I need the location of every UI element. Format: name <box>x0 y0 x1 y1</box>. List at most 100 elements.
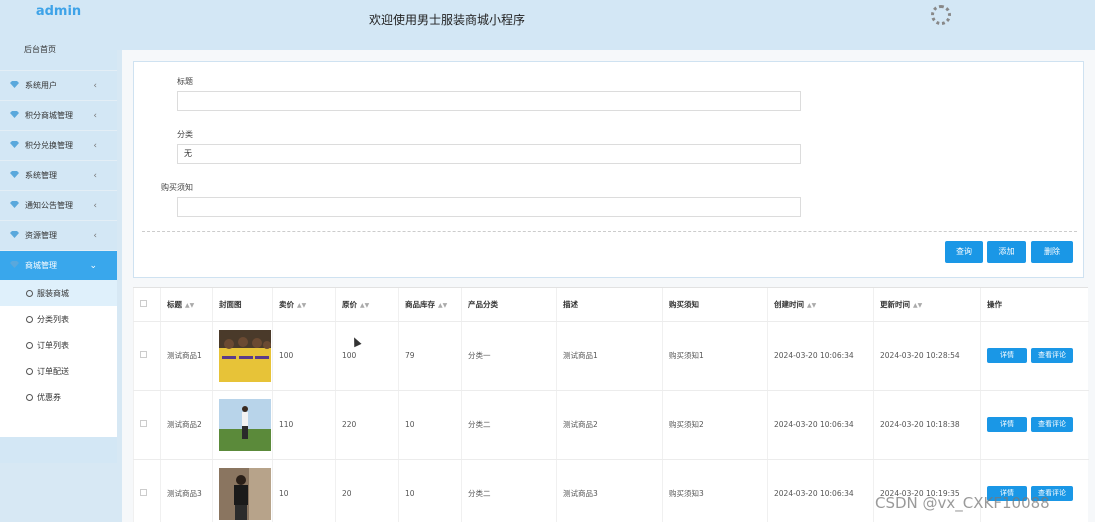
search-form: 标题 分类 无 购买须知 查询 添加 删除 <box>133 61 1084 278</box>
sidebar-menu-item[interactable]: 系统管理 ‹ <box>0 160 117 190</box>
th-stock[interactable]: 商品库存 ▲▼ <box>398 288 462 322</box>
th-actions: 操作 <box>980 288 1089 322</box>
sidebar-menu-item[interactable]: 商城管理 ⌄ <box>0 250 117 280</box>
diamond-icon <box>10 231 25 240</box>
th-updated[interactable]: 更新时间 ▲▼ <box>873 288 981 322</box>
cell-desc: 测试商品3 <box>556 459 663 522</box>
submenu-item[interactable]: 优惠券 <box>0 384 117 410</box>
header-title: 欢迎使用男士服装商城小程序 <box>369 13 526 27</box>
th-price[interactable]: 卖价 ▲▼ <box>272 288 336 322</box>
select-all-checkbox[interactable] <box>133 288 161 322</box>
view-reviews-button[interactable]: 查看评论 <box>1031 348 1073 363</box>
cell-cover-image <box>212 390 273 460</box>
detail-button[interactable]: 详情 <box>987 417 1027 432</box>
cell-price: 110 <box>272 390 336 460</box>
cell-actions: 详情 查看评论 <box>980 321 1089 391</box>
row-checkbox[interactable] <box>133 390 161 460</box>
cell-orig-price: 20 <box>335 459 399 522</box>
cell-orig-price: 100 <box>335 321 399 391</box>
th-notice: 购买须知 <box>662 288 768 322</box>
query-button[interactable]: 查询 <box>945 241 983 263</box>
sidebar-menu-item[interactable]: 通知公告管理 ‹ <box>0 190 117 220</box>
cell-created: 2024-03-20 10:06:34 <box>767 390 874 460</box>
submenu-label: 服装商城 <box>37 288 69 298</box>
notice-input[interactable] <box>177 197 801 217</box>
diamond-icon <box>10 81 25 90</box>
title-input[interactable] <box>177 91 801 111</box>
cell-actions: 详情 查看评论 <box>980 390 1089 460</box>
th-orig-price[interactable]: 原价 ▲▼ <box>335 288 399 322</box>
loading-spinner-icon <box>931 5 951 25</box>
table-row: 测试商品2 110 220 10 分类二 测试商品2 购买须知2 2024-03-20 10:… <box>133 390 1089 460</box>
diamond-icon <box>10 141 25 150</box>
cell-title: 测试商品2 <box>160 390 213 460</box>
cell-cover-image <box>212 321 273 391</box>
cell-stock: 10 <box>398 459 462 522</box>
row-checkbox[interactable] <box>133 321 161 391</box>
menu-label: 通知公告管理 <box>25 201 73 210</box>
submenu-label: 订单列表 <box>37 340 69 350</box>
cell-category: 分类二 <box>461 390 557 460</box>
submenu-label: 订单配送 <box>37 366 69 376</box>
cell-actions: 详情 查看评论 <box>980 459 1089 522</box>
circle-icon <box>26 367 33 375</box>
menu-label: 系统管理 <box>25 171 57 180</box>
circle-icon <box>26 289 33 297</box>
submenu-item[interactable]: 分类列表 <box>0 306 117 332</box>
top-header: admin 欢迎使用男士服装商城小程序 <box>0 0 1095 50</box>
menu-label: 积分商城管理 <box>25 111 73 120</box>
th-cover: 封面图 <box>212 288 273 322</box>
th-category: 产品分类 <box>461 288 557 322</box>
cell-notice: 购买须知3 <box>662 459 768 522</box>
th-created[interactable]: 创建时间 ▲▼ <box>767 288 874 322</box>
menu-label: 积分兑换管理 <box>25 141 73 150</box>
cell-updated: 2024-03-20 10:18:38 <box>873 390 981 460</box>
cell-desc: 测试商品2 <box>556 390 663 460</box>
cell-category: 分类一 <box>461 321 557 391</box>
add-button[interactable]: 添加 <box>987 241 1026 263</box>
chevron-left-icon: ‹ <box>93 201 97 211</box>
sidebar-home[interactable]: 后台首页 <box>0 26 117 70</box>
table-row: 测试商品3 10 20 10 分类二 测试商品3 购买须知3 2024-03-20 10:06… <box>133 459 1089 522</box>
circle-icon <box>26 393 33 401</box>
sidebar-menu-item[interactable]: 积分商城管理 ‹ <box>0 100 117 130</box>
title-label: 标题 <box>177 77 193 86</box>
chevron-left-icon: ‹ <box>93 111 97 121</box>
product-table: 标题 ▲▼ 封面图 卖价 ▲▼ 原价 ▲▼ 商品库存 ▲▼ 产品分类 描述 购买须知 创… <box>133 287 1089 522</box>
chevron-left-icon: ‹ <box>93 171 97 181</box>
chevron-left-icon: ‹ <box>93 141 97 151</box>
notice-label: 购买须知 <box>161 183 193 192</box>
cell-updated: 2024-03-20 10:28:54 <box>873 321 981 391</box>
chevron-down-icon: ⌄ <box>89 261 97 271</box>
diamond-icon <box>10 261 25 270</box>
diamond-icon <box>10 171 25 180</box>
delete-button[interactable]: 删除 <box>1031 241 1073 263</box>
sidebar-menu-item[interactable]: 系统用户 ‹ <box>0 70 117 100</box>
submenu-item[interactable]: 订单配送 <box>0 358 117 384</box>
submenu-item[interactable]: 订单列表 <box>0 332 117 358</box>
th-desc: 描述 <box>556 288 663 322</box>
submenu-label: 优惠券 <box>37 392 61 402</box>
view-reviews-button[interactable]: 查看评论 <box>1031 417 1073 432</box>
chevron-left-icon: ‹ <box>93 231 97 241</box>
circle-icon <box>26 315 33 323</box>
menu-label: 商城管理 <box>25 261 57 270</box>
cell-title: 测试商品3 <box>160 459 213 522</box>
cell-category: 分类二 <box>461 459 557 522</box>
category-label: 分类 <box>177 130 193 139</box>
diamond-icon <box>10 111 25 120</box>
table-row: 测试商品1 100 100 79 分类一 测试商品1 购买须知1 2024-03-20 10:… <box>133 321 1089 391</box>
brand-logo: admin <box>35 4 82 19</box>
category-select[interactable]: 无 <box>177 144 801 164</box>
cell-price: 10 <box>272 459 336 522</box>
th-title[interactable]: 标题 ▲▼ <box>160 288 213 322</box>
submenu-item[interactable]: 服装商城 <box>0 280 117 306</box>
cell-price: 100 <box>272 321 336 391</box>
detail-button[interactable]: 详情 <box>987 348 1027 363</box>
sidebar-menu-item[interactable]: 资源管理 ‹ <box>0 220 117 250</box>
cell-cover-image <box>212 459 273 522</box>
sidebar-menu-item[interactable]: 积分兑换管理 ‹ <box>0 130 117 160</box>
divider <box>142 231 1077 232</box>
watermark: CSDN @vx_CXKF10088 <box>875 494 1050 512</box>
row-checkbox[interactable] <box>133 459 161 522</box>
